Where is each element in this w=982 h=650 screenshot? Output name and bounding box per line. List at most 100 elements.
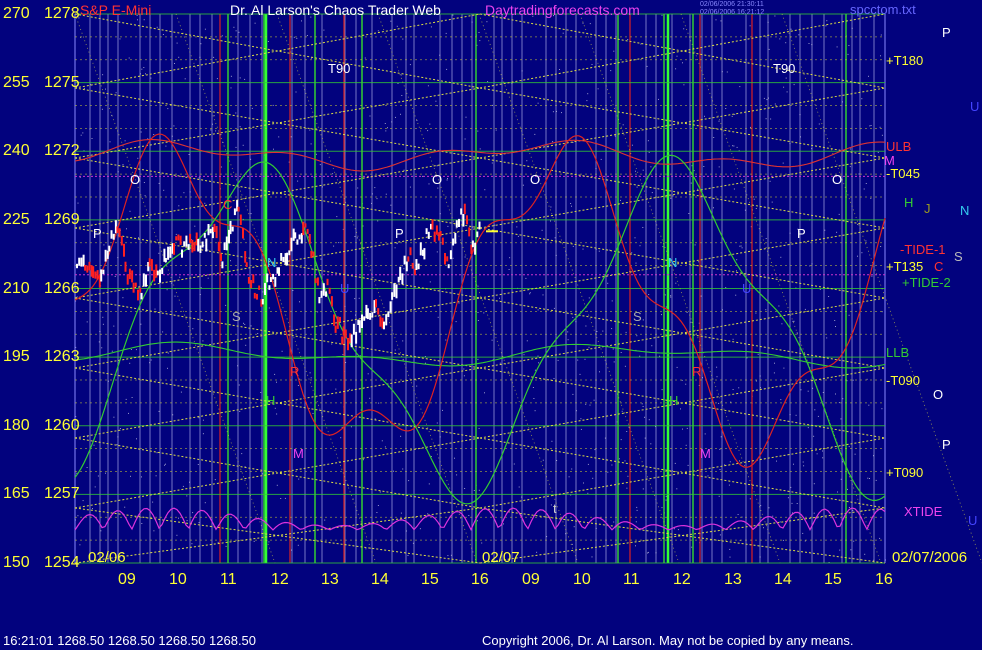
bg-dot	[202, 433, 204, 435]
bg-dot	[813, 512, 815, 514]
bg-dot	[477, 285, 479, 287]
price-bar	[427, 231, 430, 239]
bg-dot	[680, 408, 681, 410]
bg-dot	[293, 36, 295, 38]
bg-dot	[280, 498, 282, 499]
price-bar	[231, 226, 234, 232]
bg-dot	[526, 340, 528, 342]
bg-dot	[202, 340, 204, 342]
bg-dot	[192, 328, 194, 330]
bg-dot	[571, 543, 573, 545]
bg-dot	[676, 366, 678, 368]
bg-dot	[641, 403, 643, 405]
price-bar	[462, 214, 465, 227]
bg-dot	[626, 487, 628, 489]
bg-dot	[729, 556, 731, 558]
bg-dot	[735, 294, 737, 296]
bg-dot	[631, 252, 633, 254]
bg-dot	[718, 402, 720, 404]
price-bar	[399, 266, 402, 281]
bg-dot	[402, 468, 404, 470]
bg-dot	[848, 45, 850, 46]
price-bar	[387, 311, 390, 318]
bg-dot	[763, 97, 765, 99]
site-link[interactable]: Daytradingforecasts.com	[485, 3, 640, 17]
bg-dot	[571, 468, 573, 470]
bg-dot	[533, 398, 535, 399]
bg-dot	[769, 180, 771, 182]
bg-dot	[244, 323, 246, 325]
bg-dot	[737, 514, 739, 515]
bg-dot	[755, 312, 757, 314]
bg-dot	[577, 359, 579, 361]
bg-dot	[834, 320, 836, 321]
bg-dot	[82, 500, 84, 502]
xtide-line	[74, 507, 886, 532]
price-bar	[278, 267, 280, 276]
bg-dot	[407, 555, 409, 556]
bg-dot	[100, 530, 102, 532]
price-bar	[250, 280, 253, 289]
bg-dot	[659, 355, 661, 357]
bg-dot	[323, 29, 325, 31]
bg-dot	[670, 197, 672, 199]
label-tide1: -TIDE-1	[900, 242, 946, 257]
price-bar	[225, 236, 228, 251]
bg-dot	[780, 399, 782, 401]
bg-dot	[672, 195, 674, 197]
bg-dot	[661, 314, 662, 316]
bg-dot	[239, 77, 241, 79]
bg-dot	[79, 544, 81, 546]
bg-dot	[154, 308, 156, 310]
price-bar	[124, 261, 127, 272]
bg-dot	[736, 259, 738, 261]
bg-dot	[858, 173, 860, 175]
bg-dot	[216, 78, 218, 80]
far-label-u2: U	[968, 513, 978, 528]
bg-dot	[818, 123, 820, 125]
bg-dot	[770, 118, 772, 120]
bg-dot	[464, 256, 466, 258]
bg-dot	[561, 112, 562, 114]
bg-dot	[642, 406, 644, 407]
price-bar	[128, 268, 131, 280]
bg-dot	[324, 519, 326, 521]
bg-dot	[477, 130, 479, 132]
bg-dot	[484, 189, 486, 191]
bg-dot	[338, 242, 340, 244]
bg-dot	[607, 282, 609, 284]
price-bar	[229, 220, 232, 235]
bg-dot	[670, 295, 672, 297]
price-bar	[92, 266, 95, 279]
bg-dot	[452, 257, 454, 259]
price-bar	[253, 292, 256, 299]
price-bar	[131, 270, 134, 283]
bg-dot	[150, 359, 152, 361]
bg-dot	[354, 298, 356, 300]
bg-dot	[854, 453, 856, 455]
price-bar	[239, 214, 242, 225]
bg-dot	[509, 257, 511, 259]
price-bar	[76, 263, 78, 269]
price-bar	[474, 242, 477, 255]
axis-tick-outer: 165	[3, 485, 30, 503]
bg-dot	[620, 439, 622, 441]
bg-dot	[250, 325, 252, 327]
bg-dot	[225, 304, 227, 306]
bg-dot	[436, 165, 438, 167]
bg-dot	[310, 57, 312, 59]
bg-dot	[429, 123, 431, 125]
axis-tick-outer: 150	[3, 554, 30, 571]
bg-dot	[111, 350, 113, 352]
bg-dot	[749, 25, 751, 27]
bg-dot	[400, 74, 402, 76]
price-bar	[306, 228, 309, 234]
bg-dot	[393, 470, 394, 472]
bg-dot	[624, 460, 626, 462]
price-bar	[339, 316, 341, 322]
bg-dot	[484, 392, 485, 394]
axis-tick-outer: 270	[3, 5, 30, 22]
price-bar	[433, 231, 436, 242]
bg-dot	[665, 495, 667, 497]
bg-dot	[732, 338, 734, 340]
